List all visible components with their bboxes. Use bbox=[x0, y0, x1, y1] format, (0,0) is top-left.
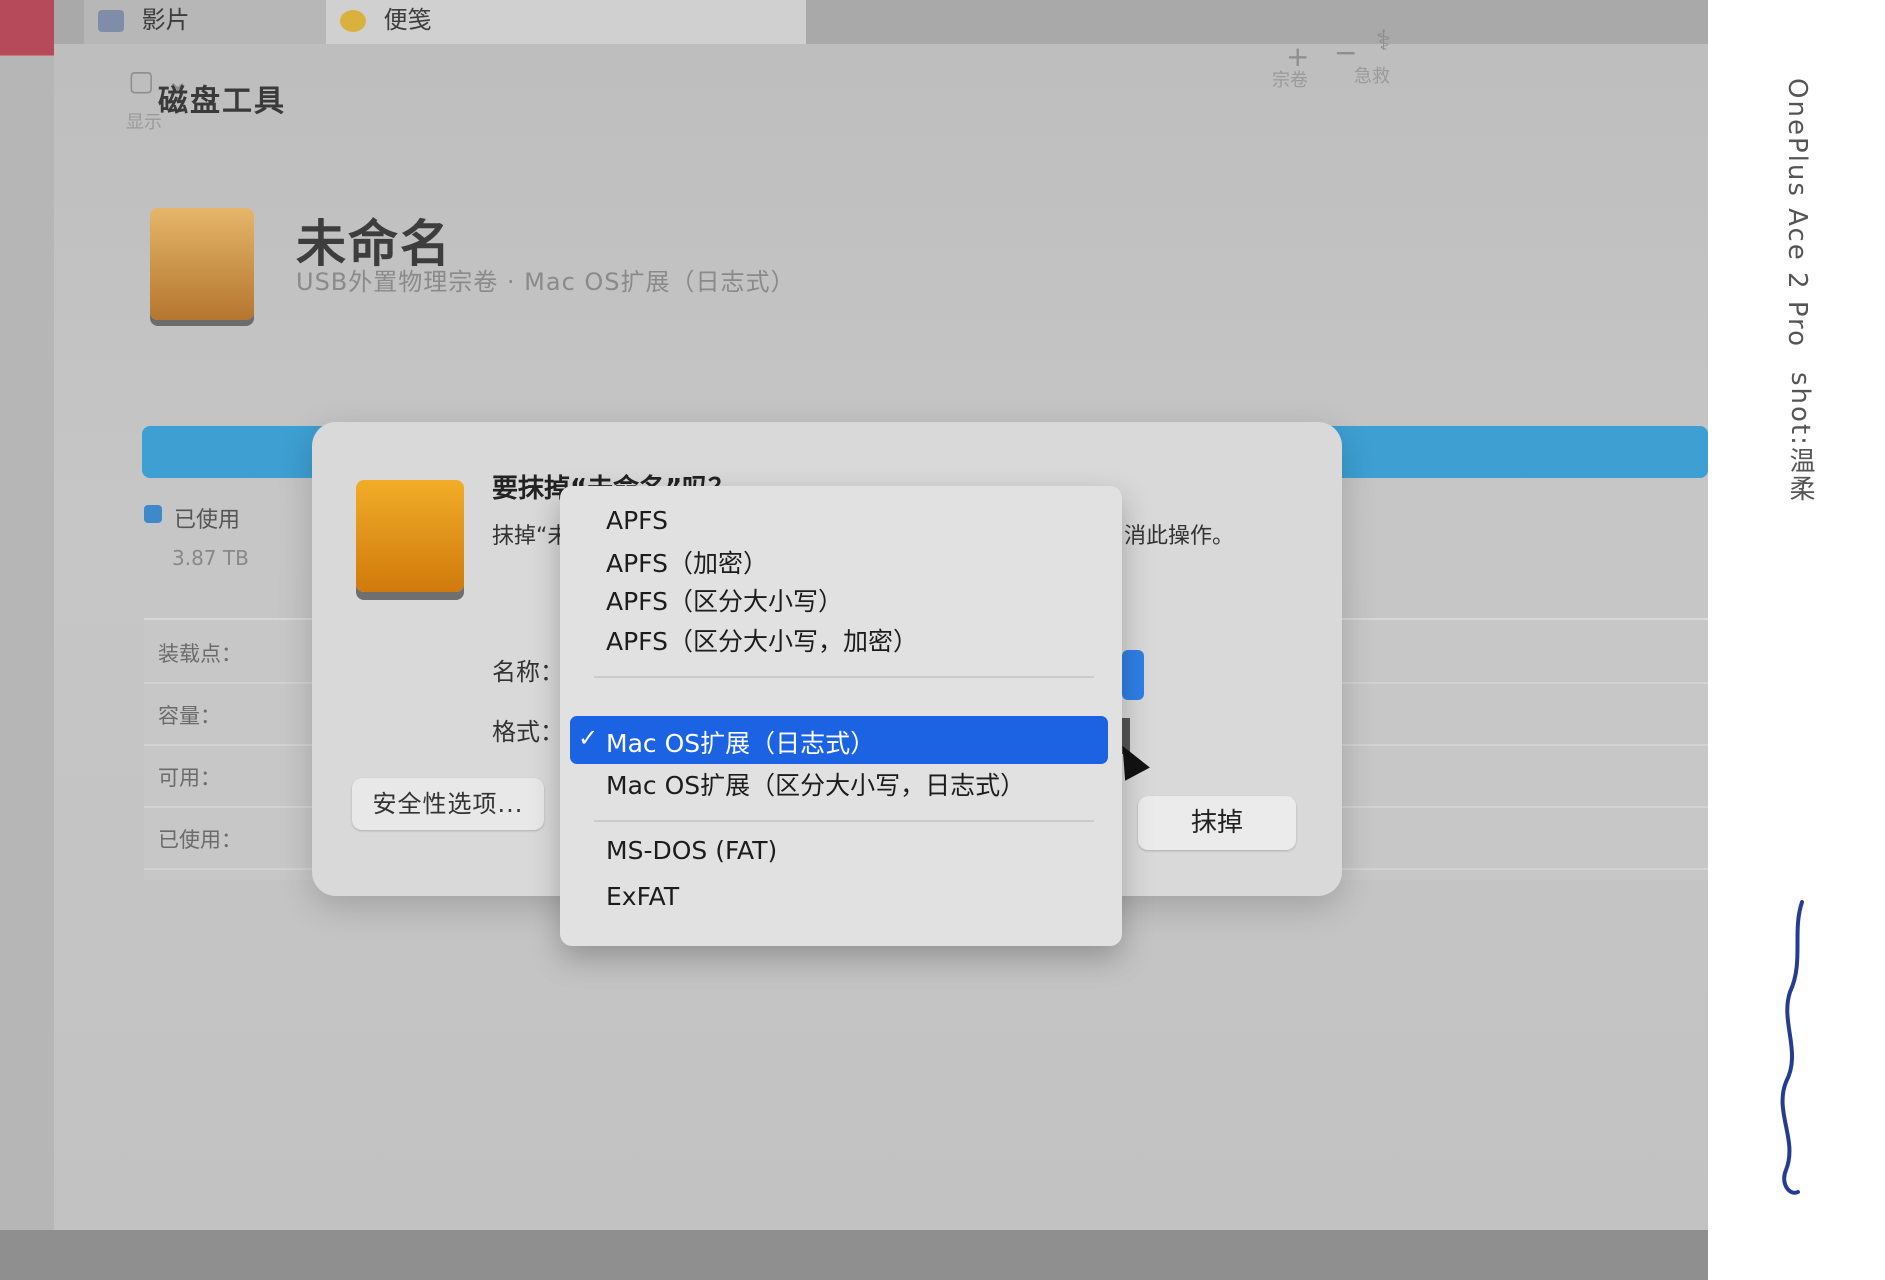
external-disk-icon bbox=[150, 208, 254, 320]
bottom-screen-strip bbox=[0, 1230, 1708, 1280]
sidebar-toggle-icon[interactable]: ▢ bbox=[128, 64, 154, 97]
menu-item-apfs[interactable]: APFS bbox=[606, 506, 668, 535]
tab-film-label: 影片 bbox=[141, 6, 190, 34]
info-label-capacity: 容量： bbox=[158, 704, 221, 728]
mac-screen: 影片 便笺 ▢ ⌄ 显示 + − ⚕ 宗卷 急救 磁盘工具 未命名 USB外置物… bbox=[0, 0, 1708, 1280]
note-icon bbox=[340, 10, 366, 32]
menu-item-exfat[interactable]: ExFAT bbox=[606, 882, 679, 911]
name-field[interactable] bbox=[1122, 650, 1144, 700]
first-aid-label[interactable]: 急救 bbox=[1354, 62, 1390, 88]
toolbar: ▢ ⌄ 显示 + − ⚕ 宗卷 急救 bbox=[54, 24, 1708, 144]
first-aid-icon[interactable]: ⚕ bbox=[1376, 24, 1391, 57]
format-dropdown: APFS APFS（加密） APFS（区分大小写） APFS（区分大小写，加密）… bbox=[560, 486, 1122, 946]
menu-item-apfs-case-sensitive[interactable]: APFS（区分大小写） bbox=[606, 582, 843, 618]
menu-item-mac-os-journaled[interactable]: ✓ Mac OS扩展（日志式） bbox=[570, 716, 1108, 764]
info-label-available: 可用： bbox=[158, 766, 221, 790]
left-screen-strip bbox=[0, 0, 54, 1280]
info-label-used: 已使用： bbox=[158, 828, 242, 852]
menu-item-apfs-case-encrypted[interactable]: APFS（区分大小写，加密） bbox=[606, 622, 918, 658]
tab-film[interactable]: 影片 bbox=[84, 0, 334, 44]
used-legend-value: 3.87 TB bbox=[172, 546, 249, 570]
menu-item-mac-os-case-journaled[interactable]: Mac OS扩展（区分大小写，日志式） bbox=[606, 766, 1025, 802]
info-label-mount: 装载点： bbox=[158, 642, 242, 666]
format-label: 格式： bbox=[492, 718, 564, 746]
app-title: 磁盘工具 bbox=[158, 84, 286, 119]
display-label[interactable]: 显示 bbox=[126, 108, 162, 134]
volume-subtitle: USB外置物理宗卷 · Mac OS扩展（日志式） bbox=[296, 268, 796, 296]
menu-separator bbox=[594, 820, 1094, 822]
tab-bar: 影片 便笺 bbox=[54, 0, 1708, 44]
film-icon bbox=[98, 10, 124, 32]
menu-item-ms-dos[interactable]: MS-DOS (FAT) bbox=[606, 836, 777, 865]
shot-watermark: shot:温柔 bbox=[1785, 372, 1815, 503]
menu-separator bbox=[594, 676, 1094, 678]
used-legend-label: 已使用 bbox=[174, 508, 241, 533]
tab-notes-label: 便笺 bbox=[383, 6, 432, 34]
device-watermark: OnePlus Ace 2 Pro bbox=[1782, 78, 1812, 349]
checkmark-icon: ✓ bbox=[578, 724, 599, 752]
menu-item-apfs-encrypted[interactable]: APFS（加密） bbox=[606, 544, 768, 580]
dialog-message-tail: 消此操作。 bbox=[1124, 524, 1235, 549]
dialog-disk-icon bbox=[356, 480, 464, 592]
volume-label[interactable]: 宗卷 bbox=[1272, 66, 1308, 92]
name-label: 名称： bbox=[492, 658, 564, 686]
tab-notes[interactable]: 便笺 bbox=[326, 0, 806, 44]
security-options-button[interactable]: 安全性选项... bbox=[352, 778, 544, 830]
used-legend-dot bbox=[144, 505, 162, 523]
menu-item-mac-os-journaled-label: Mac OS扩展（日志式） bbox=[606, 729, 876, 758]
erase-button[interactable]: 抹掉 bbox=[1138, 796, 1296, 850]
signature-logo bbox=[1780, 900, 1804, 1195]
